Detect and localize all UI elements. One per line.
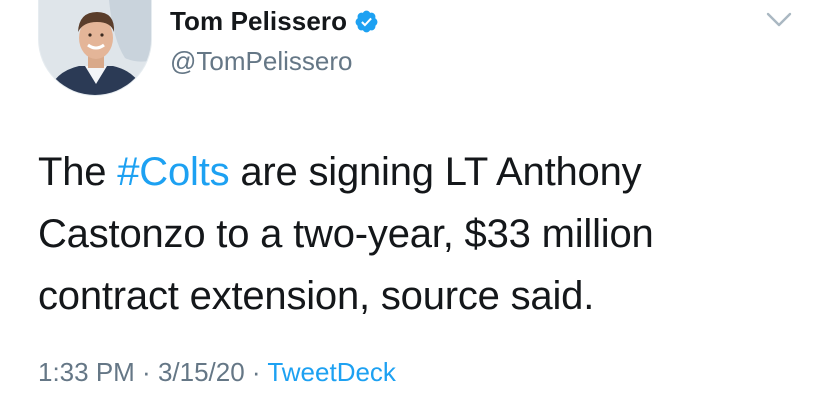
- tweet-card: Tom Pelissero @TomPelissero The #Colts a…: [0, 0, 828, 407]
- display-name[interactable]: Tom Pelissero: [170, 6, 347, 37]
- author-name-row[interactable]: Tom Pelissero: [170, 3, 379, 39]
- hashtag-link[interactable]: #Colts: [117, 150, 229, 194]
- tweet-text-before: The: [38, 150, 118, 194]
- avatar[interactable]: [38, 0, 152, 96]
- tweet-meta: 1:33 PM · 3/15/20 · TweetDeck: [38, 357, 396, 388]
- user-handle[interactable]: @TomPelissero: [170, 46, 352, 77]
- meta-separator: ·: [134, 357, 158, 387]
- tweet-time[interactable]: 1:33 PM: [38, 357, 135, 387]
- avatar-photo: [39, 0, 151, 95]
- verified-badge-icon: [354, 9, 379, 34]
- tweet-date[interactable]: 3/15/20: [158, 357, 245, 387]
- meta-separator: ·: [244, 357, 268, 387]
- tweet-text: The #Colts are signing LT Anthony Caston…: [38, 141, 798, 327]
- tweet-source-link[interactable]: TweetDeck: [267, 357, 396, 387]
- chevron-down-icon[interactable]: [765, 10, 793, 30]
